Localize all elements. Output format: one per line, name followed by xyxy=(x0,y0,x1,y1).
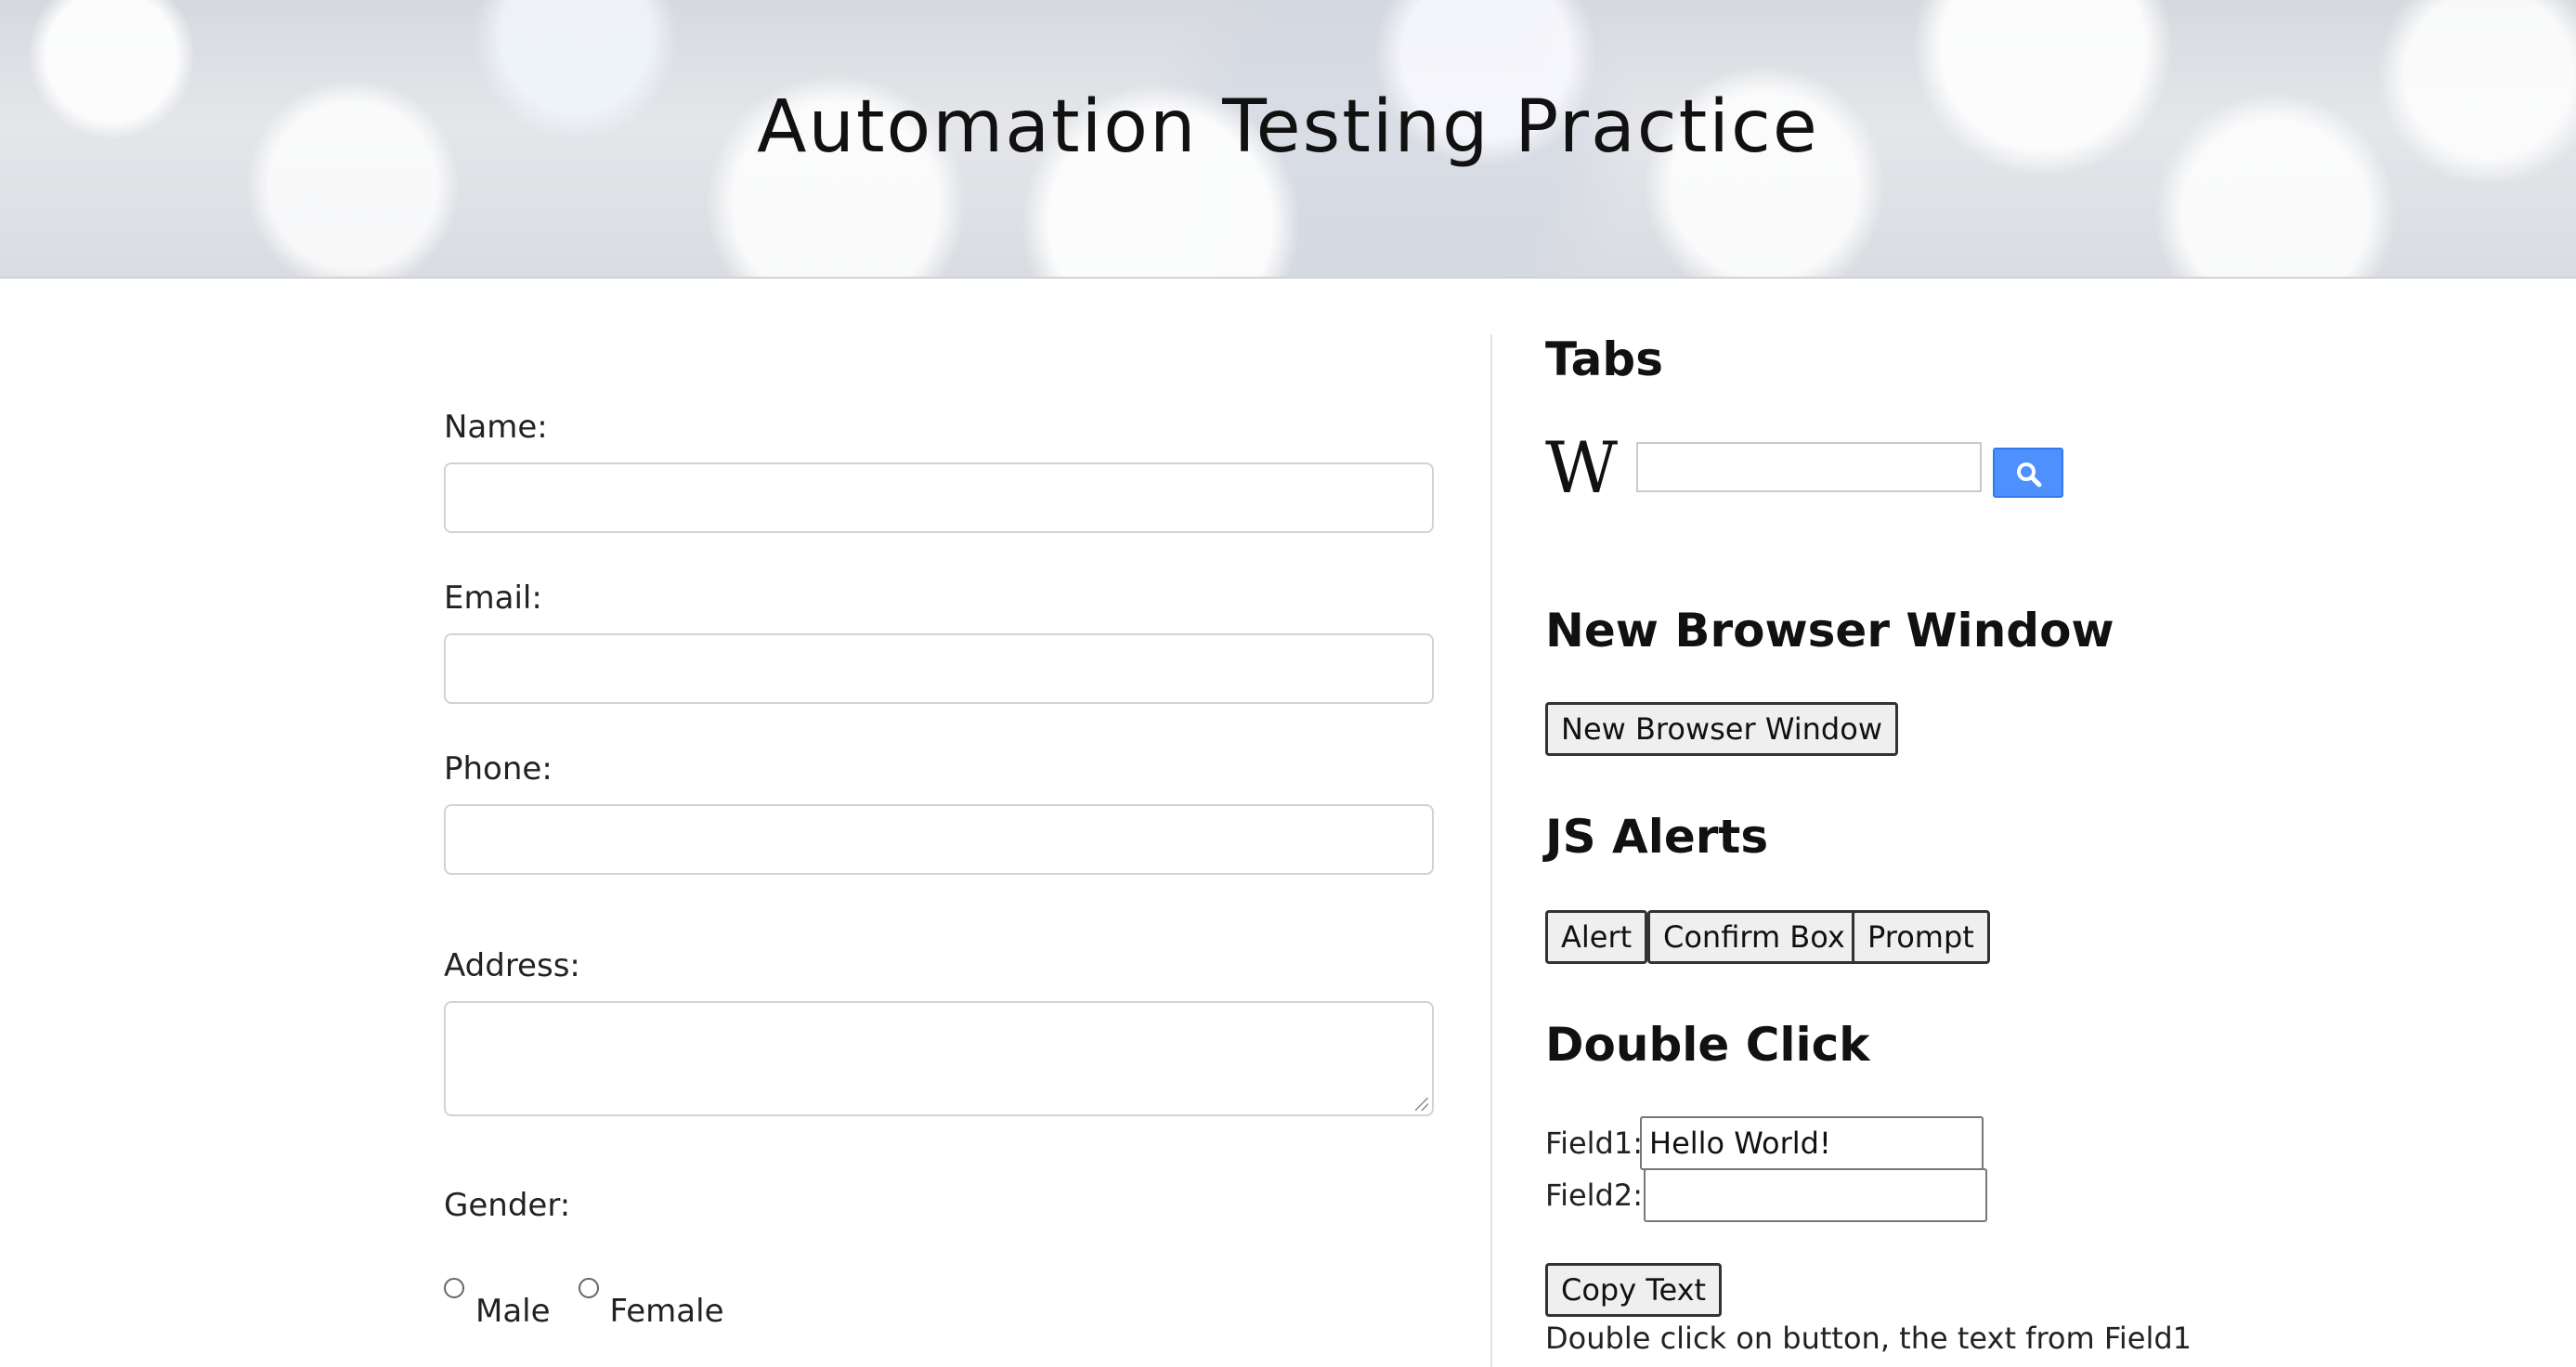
wikipedia-search-button[interactable] xyxy=(1993,448,2063,498)
new-window-heading: New Browser Window xyxy=(1545,604,2114,657)
copy-text-button[interactable]: Copy Text xyxy=(1545,1263,1723,1317)
new-browser-window-button[interactable]: New Browser Window xyxy=(1545,702,1898,756)
search-icon xyxy=(2017,462,2042,488)
alert-button[interactable]: Alert xyxy=(1545,910,1648,964)
wikipedia-search-input[interactable] xyxy=(1636,442,1982,492)
column-divider xyxy=(1490,334,1492,1367)
address-textarea[interactable] xyxy=(444,1001,1434,1116)
email-input[interactable] xyxy=(444,633,1434,704)
field1-input[interactable]: Hello World! xyxy=(1640,1116,1984,1170)
name-input[interactable] xyxy=(444,462,1434,533)
confirm-box-button[interactable]: Confirm Box xyxy=(1647,910,1861,964)
prompt-button[interactable]: Prompt xyxy=(1852,910,1990,964)
wikipedia-logo-icon: W xyxy=(1545,426,1619,509)
email-label: Email: xyxy=(444,579,542,617)
gender-male-radio[interactable] xyxy=(444,1278,464,1298)
page-title: Automation Testing Practice xyxy=(757,85,1819,169)
gender-label: Gender: xyxy=(444,1187,571,1224)
header-banner: Automation Testing Practice xyxy=(0,0,2576,279)
gender-female-radio[interactable] xyxy=(578,1278,599,1298)
phone-label: Phone: xyxy=(444,750,553,788)
phone-input[interactable] xyxy=(444,804,1434,875)
gender-male-label: Male xyxy=(475,1293,551,1330)
tabs-heading: Tabs xyxy=(1545,332,1663,386)
gender-female-label: Female xyxy=(609,1293,724,1330)
address-label: Address: xyxy=(444,947,580,984)
double-click-heading: Double Click xyxy=(1545,1018,1870,1072)
contact-form: Name: Email: Phone: Address: Gender: xyxy=(444,409,1436,1224)
double-click-instructions: Double click on button, the text from Fi… xyxy=(1545,1321,2192,1356)
resize-grip-icon[interactable] xyxy=(1415,1098,1428,1111)
field2-label: Field2: xyxy=(1545,1178,1643,1213)
gender-options: Male Female xyxy=(444,1272,751,1330)
field1-label: Field1: xyxy=(1545,1126,1643,1161)
name-label: Name: xyxy=(444,409,548,446)
js-alerts-heading: JS Alerts xyxy=(1545,810,1769,864)
field2-input[interactable] xyxy=(1644,1168,1987,1222)
